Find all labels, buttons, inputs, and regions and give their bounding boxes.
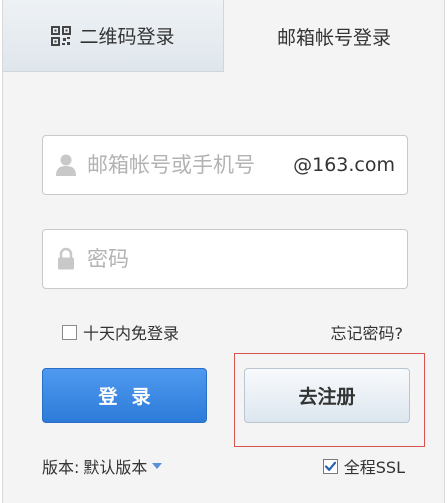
register-button[interactable]: 去注册 [244, 368, 410, 423]
ssl-label: 全程SSL [343, 458, 405, 477]
checkmark-icon [324, 461, 336, 471]
forgot-password-link[interactable]: 忘记密码? [331, 320, 404, 344]
version-prefix: 版本: [42, 458, 80, 477]
version-value: 默认版本 [83, 458, 148, 477]
ssl-option[interactable]: 全程SSL [322, 454, 405, 478]
password-input[interactable] [87, 247, 407, 271]
username-field[interactable]: @163.com [42, 135, 408, 195]
password-field[interactable] [42, 229, 408, 289]
user-icon [55, 153, 77, 177]
lock-icon [55, 247, 77, 271]
version-dropdown[interactable]: 默认版本 [83, 454, 163, 478]
tab-qr-login[interactable]: 二维码登录 [3, 0, 224, 72]
caret-down-icon [152, 463, 163, 469]
remember-checkbox[interactable] [62, 324, 77, 340]
login-tabs: 二维码登录 邮箱帐号登录 [3, 0, 444, 72]
version-selector: 版本: 默认版本 [42, 454, 163, 478]
login-panel: 二维码登录 邮箱帐号登录 @163.com 十天内免登录 忘记密码? 登录 [2, 0, 445, 503]
qr-code-icon [51, 25, 72, 46]
remember-label: 十天内免登录 [83, 324, 180, 343]
tab-qr-label: 二维码登录 [79, 26, 175, 48]
tab-mail-label: 邮箱帐号登录 [276, 26, 391, 49]
ssl-checkbox[interactable] [322, 458, 338, 474]
remember-me[interactable]: 十天内免登录 [62, 320, 179, 344]
username-input[interactable] [87, 153, 294, 177]
tab-mail-login[interactable]: 邮箱帐号登录 [224, 0, 444, 72]
domain-suffix: @163.com [293, 154, 395, 176]
login-button[interactable]: 登录 [42, 368, 207, 423]
